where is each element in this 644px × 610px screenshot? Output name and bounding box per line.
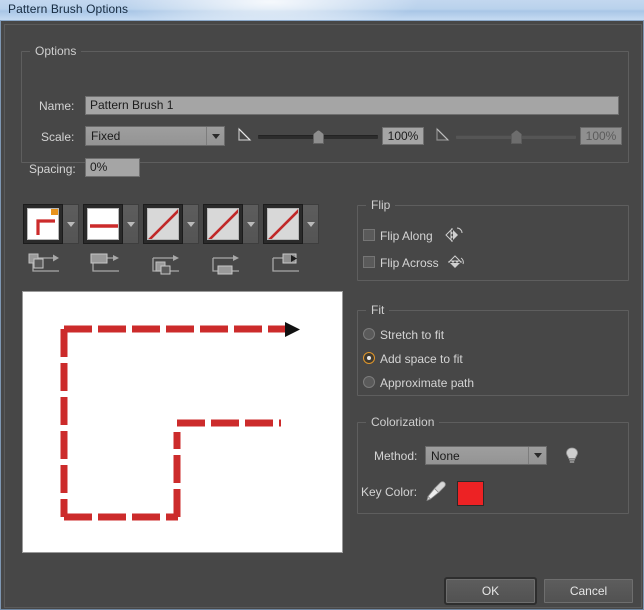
flip-across-checkbox[interactable] — [363, 256, 375, 268]
tile-preview-4[interactable] — [203, 204, 243, 244]
brush-size-value[interactable]: 100% — [382, 127, 424, 145]
tile-swatch-3[interactable] — [143, 204, 199, 244]
tile-dropdown-5[interactable] — [303, 204, 319, 244]
lightbulb-tip-icon[interactable] — [563, 446, 581, 466]
titlebar-glow — [120, 0, 420, 20]
flip-group-legend: Flip — [366, 198, 395, 212]
fit-option-stretch-radio[interactable] — [363, 328, 375, 340]
dialog-inner-frame: Options Name: Pattern Brush 1 Scale: Fix… — [4, 24, 642, 608]
cancel-button[interactable]: Cancel — [544, 579, 633, 603]
tile-art-3 — [147, 208, 179, 240]
end-tile-icon — [265, 251, 305, 277]
tile-art-4 — [207, 208, 239, 240]
brush-variance-icon — [434, 126, 452, 144]
chevron-down-icon — [528, 447, 546, 464]
window-titlebar[interactable]: Pattern Brush Options — [0, 0, 644, 20]
scale-label: Scale: — [41, 130, 74, 144]
brush-variance-slider[interactable] — [456, 128, 576, 146]
slider-thumb[interactable] — [313, 130, 324, 144]
key-color-swatch[interactable] — [457, 481, 484, 506]
flip-across-label[interactable]: Flip Across — [380, 256, 439, 270]
tile-dropdown-1[interactable] — [63, 204, 79, 244]
colorization-group-legend: Colorization — [366, 415, 439, 429]
window-title: Pattern Brush Options — [8, 2, 128, 16]
tile-art-5 — [267, 208, 299, 240]
name-input[interactable]: Pattern Brush 1 — [85, 96, 619, 115]
colorization-group: Colorization — [357, 422, 629, 514]
tile-preview-3[interactable] — [143, 204, 183, 244]
flip-across-icon — [445, 252, 465, 272]
side-tile-icon — [85, 251, 125, 277]
tile-preview-2[interactable] — [83, 204, 123, 244]
spacing-label: Spacing: — [29, 162, 76, 176]
key-color-label: Key Color: — [361, 485, 417, 499]
fit-option-add-space-label[interactable]: Add space to fit — [380, 352, 463, 366]
tile-dropdown-3[interactable] — [183, 204, 199, 244]
name-label: Name: — [39, 99, 74, 113]
tile-swatch-4[interactable] — [203, 204, 259, 244]
fit-group-legend: Fit — [366, 303, 389, 317]
chevron-down-icon — [206, 127, 224, 145]
brush-preview-canvas — [22, 291, 343, 553]
tile-dropdown-2[interactable] — [123, 204, 139, 244]
pattern-brush-options-dialog: Options Name: Pattern Brush 1 Scale: Fix… — [0, 20, 644, 610]
slider-thumb[interactable] — [511, 130, 522, 144]
brush-size-icon — [236, 126, 254, 144]
fit-option-approximate-label[interactable]: Approximate path — [380, 376, 474, 390]
method-dropdown[interactable]: None — [425, 446, 547, 465]
scale-dropdown-value: Fixed — [86, 129, 206, 143]
tile-preview-1[interactable] — [23, 204, 63, 244]
tile-selected-marker — [51, 209, 58, 215]
fit-option-add-space-radio[interactable] — [363, 352, 375, 364]
fit-option-approximate-radio[interactable] — [363, 376, 375, 388]
tile-dropdown-4[interactable] — [243, 204, 259, 244]
tile-swatch-1[interactable] — [23, 204, 79, 244]
tile-art-2 — [87, 208, 119, 240]
tile-swatch-5[interactable] — [263, 204, 319, 244]
method-label: Method: — [374, 449, 417, 463]
tile-preview-5[interactable] — [263, 204, 303, 244]
flip-along-icon — [445, 225, 465, 245]
fit-option-stretch-label[interactable]: Stretch to fit — [380, 328, 444, 342]
ok-button[interactable]: OK — [446, 579, 535, 603]
flip-along-label[interactable]: Flip Along — [380, 229, 433, 243]
flip-along-checkbox[interactable] — [363, 229, 375, 241]
method-dropdown-value: None — [426, 449, 528, 463]
tile-swatch-2[interactable] — [83, 204, 139, 244]
brush-size-slider[interactable] — [258, 128, 378, 146]
tile-art-1 — [27, 208, 59, 240]
spacing-input[interactable]: 0% — [85, 158, 140, 177]
scale-dropdown[interactable]: Fixed — [85, 126, 225, 146]
eyedropper-icon[interactable] — [425, 480, 447, 502]
inner-corner-tile-icon — [145, 251, 185, 277]
start-tile-icon — [205, 251, 245, 277]
outer-corner-tile-icon — [25, 251, 65, 277]
brush-variance-value[interactable]: 100% — [580, 127, 622, 145]
options-group-legend: Options — [30, 44, 81, 58]
